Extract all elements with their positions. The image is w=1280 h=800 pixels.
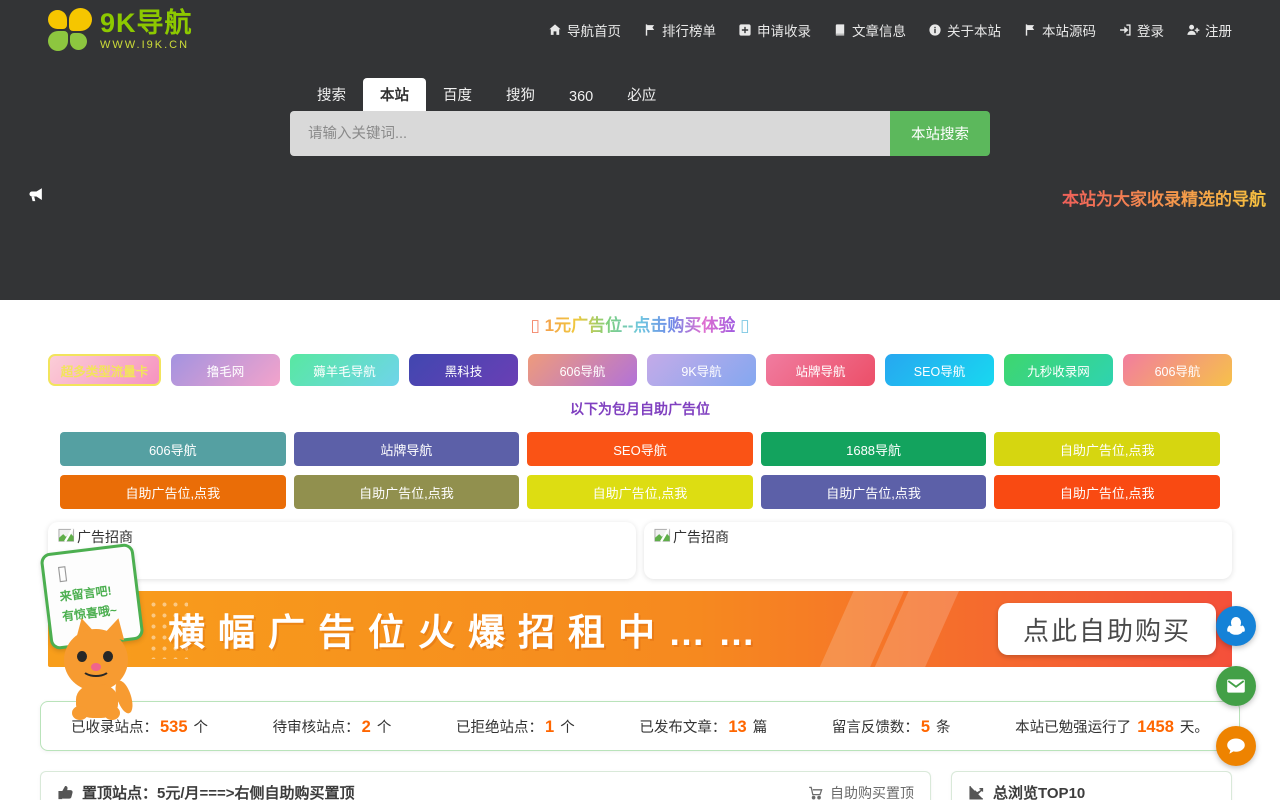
flag-icon	[643, 23, 657, 37]
ad-button[interactable]: 9K导航	[647, 354, 756, 386]
ad-placeholder-row: 广告招商 广告招商	[48, 522, 1232, 579]
buy-pinned-button[interactable]: 自助购买置顶	[808, 783, 914, 800]
home-icon	[548, 23, 562, 37]
stat-feedback: 留言反馈数：5 条	[832, 716, 951, 737]
ad-button[interactable]: 606导航	[528, 354, 637, 386]
banner-headline: 横幅广告位火爆招租中……	[168, 602, 768, 656]
hero-section: 9K导航 WWW.I9K.CN 导航首页 排行榜单 申请收录 文章信息	[0, 0, 1280, 300]
tab-baidu[interactable]: 百度	[426, 78, 489, 111]
nav-item-source[interactable]: 本站源码	[1023, 20, 1096, 40]
tab-search-label[interactable]: 搜索	[300, 78, 363, 111]
email-contact-button[interactable]	[1216, 666, 1256, 706]
nav-item-about[interactable]: 关于本站	[928, 20, 1001, 40]
ad-button[interactable]: SEO导航	[885, 354, 994, 386]
tofu-glyph-right: ▯	[740, 316, 749, 335]
feedback-chat-button[interactable]	[1216, 726, 1256, 766]
monthly-ad-row-2: 自助广告位,点我 自助广告位,点我 自助广告位,点我 自助广告位,点我 自助广告…	[60, 475, 1220, 509]
stat-pending-sites: 待审核站点：2 个	[273, 716, 392, 737]
pinned-title: 置顶站点：5元/月===>右侧自助购买置顶	[82, 782, 355, 800]
site-logo[interactable]: 9K导航 WWW.I9K.CN	[48, 8, 193, 52]
ad-button[interactable]: 站牌导航	[294, 432, 520, 466]
ad-button[interactable]: 撸毛网	[171, 354, 280, 386]
flag-icon	[1023, 23, 1037, 37]
chart-line-icon	[968, 784, 985, 800]
ad-button[interactable]: 薅羊毛导航	[290, 354, 399, 386]
bullhorn-icon	[27, 186, 45, 209]
book-icon	[833, 23, 847, 37]
ad-placeholder-card[interactable]: 广告招商	[644, 522, 1232, 579]
site-stats-bar: 已收录站点：535 个 待审核站点：2 个 已拒绝站点：1 个 已发布文章：13…	[40, 701, 1240, 751]
nav-item-articles[interactable]: 文章信息	[833, 20, 906, 40]
banner-buy-button[interactable]: 点此自助购买	[998, 603, 1216, 655]
ad-button[interactable]: 自助广告位,点我	[294, 475, 520, 509]
envelope-icon	[1225, 675, 1247, 697]
ad-button[interactable]: 超多类型流量卡	[48, 354, 161, 386]
nav-item-submit[interactable]: 申请收录	[738, 20, 811, 40]
chat-bubble-icon	[1225, 735, 1247, 757]
nav-item-login[interactable]: 登录	[1118, 20, 1164, 40]
cart-icon	[808, 785, 824, 800]
ad-button[interactable]: 站牌导航	[766, 354, 875, 386]
broken-image-icon	[58, 527, 75, 544]
qq-icon	[1225, 615, 1247, 637]
qq-contact-button[interactable]	[1216, 606, 1256, 646]
ad-button[interactable]: 自助广告位,点我	[60, 475, 286, 509]
ad-button[interactable]: 黑科技	[409, 354, 518, 386]
ad-button[interactable]: 自助广告位,点我	[527, 475, 753, 509]
ad-alt-text: 广告招商	[673, 527, 729, 547]
tab-360[interactable]: 360	[552, 83, 610, 111]
announcement-marquee: 本站为大家收录精选的导航	[1062, 185, 1266, 210]
gradient-ad-row: 超多类型流量卡 撸毛网 薅羊毛导航 黑科技 606导航 9K导航 站牌导航 SE…	[48, 354, 1232, 386]
search-button[interactable]: 本站搜索	[890, 111, 990, 156]
top10-panel: 总浏览TOP10	[951, 771, 1232, 800]
tab-this-site[interactable]: 本站	[363, 78, 426, 111]
tab-sogou[interactable]: 搜狗	[489, 78, 552, 111]
search-engine-tabs: 搜索 本站 百度 搜狗 360 必应	[290, 78, 990, 111]
clover-logo-icon	[48, 8, 92, 52]
nav-item-home[interactable]: 导航首页	[548, 20, 621, 40]
ad-button[interactable]: 1688导航	[761, 432, 987, 466]
site-title: 9K导航	[100, 10, 193, 37]
pinned-sites-panel: 置顶站点：5元/月===>右侧自助购买置顶 自助购买置顶	[40, 771, 931, 800]
monthly-ad-row-1: 606导航 站牌导航 SEO导航 1688导航 自助广告位,点我	[60, 432, 1220, 466]
site-domain: WWW.I9K.CN	[100, 40, 193, 51]
search-input[interactable]	[290, 111, 890, 156]
bottom-panels: 置顶站点：5元/月===>右侧自助购买置顶 自助购买置顶 总浏览TOP10	[40, 771, 1232, 800]
ad-button[interactable]: 606导航	[60, 432, 286, 466]
ad-button[interactable]: 606导航	[1123, 354, 1232, 386]
thumbs-up-icon	[57, 784, 74, 800]
monthly-ads-heading: 以下为包月自助广告位	[0, 399, 1280, 419]
stat-rejected-sites: 已拒绝站点：1 个	[456, 716, 575, 737]
ad-button[interactable]: 自助广告位,点我	[761, 475, 987, 509]
top-bar: 9K导航 WWW.I9K.CN 导航首页 排行榜单 申请收录 文章信息	[0, 0, 1280, 52]
sign-in-icon	[1118, 23, 1132, 37]
ad-button[interactable]: 自助广告位,点我	[994, 432, 1220, 466]
tofu-glyph-left: ▯	[531, 316, 540, 335]
top10-title: 总浏览TOP10	[993, 782, 1085, 800]
mascot-widget: ▯ 来留言吧! 有惊喜哦~	[40, 546, 160, 721]
main-nav: 导航首页 排行榜单 申请收录 文章信息 关于本站 本站源码	[548, 20, 1232, 40]
announcement-row: 本站为大家收录精选的导航	[0, 184, 1280, 208]
ad-button[interactable]: SEO导航	[527, 432, 753, 466]
nav-item-ranking[interactable]: 排行榜单	[643, 20, 716, 40]
info-circle-icon	[928, 23, 942, 37]
user-plus-icon	[1186, 23, 1200, 37]
stat-articles: 已发布文章：13 篇	[639, 716, 767, 737]
cat-mascot	[55, 618, 155, 721]
ad-button[interactable]: 九秒收录网	[1004, 354, 1113, 386]
search-area: 搜索 本站 百度 搜狗 360 必应 本站搜索	[290, 78, 990, 156]
broken-image-icon	[654, 527, 671, 544]
plus-square-icon	[738, 23, 752, 37]
stat-days-running: 本站已勉强运行了 1458 天。	[1015, 716, 1209, 737]
promo-heading: ▯ 1元广告位--点击购买体验 ▯	[0, 311, 1280, 336]
tab-bing[interactable]: 必应	[610, 78, 673, 111]
ad-button[interactable]: 自助广告位,点我	[994, 475, 1220, 509]
banner-ad[interactable]: 横幅广告位火爆招租中…… 点此自助购买	[48, 591, 1232, 667]
nav-item-register[interactable]: 注册	[1186, 20, 1232, 40]
